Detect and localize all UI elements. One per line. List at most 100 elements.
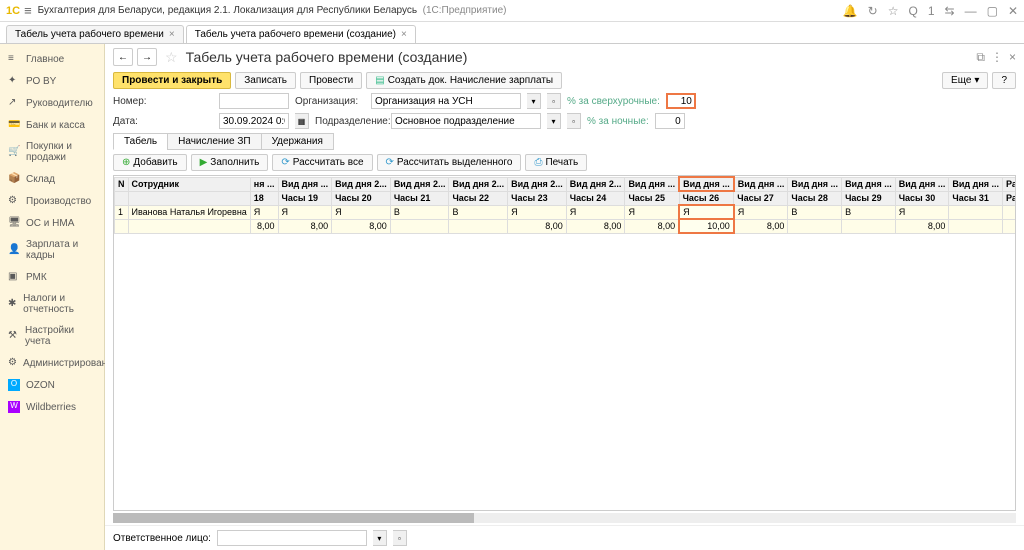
col-header[interactable]: Вид дня ... bbox=[895, 177, 949, 191]
sidebar-item-wb[interactable]: WWildberries bbox=[0, 396, 104, 418]
favorite-icon[interactable]: ☆ bbox=[165, 49, 178, 66]
cell[interactable] bbox=[842, 219, 896, 233]
org-open-icon[interactable]: ▫ bbox=[547, 93, 561, 109]
col-subheader[interactable]: 18 bbox=[250, 191, 278, 205]
col-subheader[interactable]: Часы 28 bbox=[788, 191, 842, 205]
cell[interactable]: В bbox=[390, 205, 449, 219]
cell[interactable]: Я bbox=[625, 205, 679, 219]
cell[interactable]: 8,00 bbox=[278, 219, 332, 233]
bell-icon[interactable]: 🔔 bbox=[843, 4, 858, 18]
cell[interactable]: 21,00 bbox=[1003, 205, 1016, 219]
tab-1[interactable]: Табель учета рабочего времени (создание)… bbox=[186, 25, 416, 43]
close-icon[interactable]: ✕ bbox=[1008, 4, 1018, 18]
col-subheader[interactable]: Часы 21 bbox=[390, 191, 449, 205]
calc-all-button[interactable]: ⟳Рассчитать все bbox=[272, 154, 372, 171]
print-button[interactable]: ⎙Печать bbox=[525, 154, 587, 171]
menu-dots-icon[interactable]: ⋮ bbox=[991, 50, 1003, 65]
cell[interactable]: Я bbox=[734, 205, 788, 219]
settings-icon[interactable]: ⇆ bbox=[945, 4, 955, 18]
star-icon[interactable]: ☆ bbox=[888, 4, 899, 18]
close-panel-icon[interactable]: × bbox=[1009, 50, 1016, 65]
calendar-icon[interactable]: ▦ bbox=[295, 113, 309, 129]
cell[interactable] bbox=[390, 219, 449, 233]
sidebar-item-bank[interactable]: 💳Банк и касса bbox=[0, 114, 104, 136]
cell[interactable]: 8,00 bbox=[250, 219, 278, 233]
menu-icon[interactable]: ≡ bbox=[24, 3, 32, 18]
subtab-deduct[interactable]: Удержания bbox=[261, 133, 334, 150]
sidebar-item-salary[interactable]: 👤Зарплата и кадры bbox=[0, 234, 104, 266]
col-header[interactable]: Вид дня ... bbox=[278, 177, 332, 191]
cell[interactable]: 8,00 bbox=[625, 219, 679, 233]
date-input[interactable] bbox=[219, 113, 289, 129]
sidebar-item-rmk[interactable]: ▣РМК bbox=[0, 266, 104, 288]
cell[interactable]: 8,00 bbox=[895, 219, 949, 233]
calc-sel-button[interactable]: ⟳Рассчитать выделенного bbox=[377, 154, 522, 171]
col-subheader[interactable]: Часы 30 bbox=[895, 191, 949, 205]
col-subheader[interactable] bbox=[128, 191, 250, 205]
cell[interactable]: 1 bbox=[115, 205, 129, 219]
resp-open-icon[interactable]: ▫ bbox=[393, 530, 407, 546]
help-button[interactable]: ? bbox=[992, 72, 1016, 89]
link-icon[interactable]: ⧉ bbox=[976, 50, 985, 65]
col-header[interactable]: Вид дня ... bbox=[788, 177, 842, 191]
cell[interactable] bbox=[128, 219, 250, 233]
cell[interactable]: Я bbox=[566, 205, 625, 219]
cell[interactable]: 8,00 bbox=[734, 219, 788, 233]
minimize-icon[interactable]: — bbox=[965, 4, 977, 18]
org-input[interactable] bbox=[371, 93, 521, 109]
responsible-input[interactable] bbox=[217, 530, 367, 546]
save-close-button[interactable]: Провести и закрыть bbox=[113, 72, 231, 89]
cell[interactable] bbox=[115, 219, 129, 233]
more-button[interactable]: Еще ▾ bbox=[942, 72, 988, 89]
col-header[interactable]: Вид дня ... bbox=[734, 177, 788, 191]
dep-input[interactable] bbox=[391, 113, 541, 129]
sidebar-item-roby[interactable]: ✦РО BY bbox=[0, 70, 104, 92]
col-subheader[interactable]: Часы 26 bbox=[679, 191, 734, 205]
sidebar-item-main[interactable]: ≡Главное bbox=[0, 48, 104, 70]
col-header[interactable]: Рабочих дней bbox=[1003, 177, 1016, 191]
col-header[interactable]: Вид дня ... bbox=[625, 177, 679, 191]
cell[interactable]: 10,00 bbox=[679, 219, 734, 233]
sidebar-item-assets[interactable]: 🖥ОС и НМА bbox=[0, 212, 104, 234]
col-subheader[interactable]: Часы 19 bbox=[278, 191, 332, 205]
tab-close-icon[interactable]: × bbox=[169, 29, 175, 40]
history-icon[interactable]: ↻ bbox=[868, 4, 878, 18]
col-header[interactable]: Вид дня 2... bbox=[566, 177, 625, 191]
col-subheader[interactable]: Часы 25 bbox=[625, 191, 679, 205]
cell[interactable]: Я bbox=[895, 205, 949, 219]
cell[interactable] bbox=[788, 219, 842, 233]
sidebar-item-tax[interactable]: ✱Налоги и отчетность bbox=[0, 288, 104, 320]
cell[interactable]: Я bbox=[250, 205, 278, 219]
col-subheader[interactable]: Часы 23 bbox=[508, 191, 567, 205]
subtab-accrual[interactable]: Начисление ЗП bbox=[167, 133, 261, 150]
col-subheader[interactable]: Часы 22 bbox=[449, 191, 508, 205]
sidebar-item-manager[interactable]: ↗Руководителю bbox=[0, 92, 104, 114]
data-table[interactable]: NСотрудникня ...Вид дня ...Вид дня 2...В… bbox=[113, 175, 1016, 511]
cell[interactable]: В bbox=[788, 205, 842, 219]
cell[interactable]: Я bbox=[679, 205, 734, 219]
col-subheader[interactable]: Часы 27 bbox=[734, 191, 788, 205]
cell[interactable]: В bbox=[449, 205, 508, 219]
cell[interactable]: Я bbox=[508, 205, 567, 219]
org-dropdown-icon[interactable]: ▾ bbox=[527, 93, 541, 109]
sidebar-item-warehouse[interactable]: 📦Склад bbox=[0, 168, 104, 190]
maximize-icon[interactable]: ▢ bbox=[987, 4, 998, 18]
col-subheader[interactable]: Часы 31 bbox=[949, 191, 1003, 205]
pct-over-input[interactable] bbox=[666, 93, 696, 109]
horizontal-scrollbar[interactable] bbox=[113, 513, 1016, 523]
forward-button[interactable]: → bbox=[137, 48, 157, 66]
save-button[interactable]: Записать bbox=[235, 72, 296, 89]
cell[interactable] bbox=[949, 219, 1003, 233]
subtab-table[interactable]: Табель bbox=[113, 133, 168, 150]
dep-open-icon[interactable]: ▫ bbox=[567, 113, 581, 129]
col-header[interactable]: Вид дня ... bbox=[949, 177, 1003, 191]
col-header[interactable]: Вид дня 2... bbox=[332, 177, 391, 191]
cell[interactable]: Я bbox=[278, 205, 332, 219]
col-subheader[interactable]: Рабочих часов bbox=[1003, 191, 1016, 205]
cell[interactable] bbox=[449, 219, 508, 233]
col-header[interactable]: Вид дня ... bbox=[842, 177, 896, 191]
user-icon[interactable]: 1 bbox=[928, 4, 935, 18]
cell[interactable]: 8,00 bbox=[508, 219, 567, 233]
cell[interactable] bbox=[949, 205, 1003, 219]
cell[interactable]: Иванова Наталья Игоревна bbox=[128, 205, 250, 219]
